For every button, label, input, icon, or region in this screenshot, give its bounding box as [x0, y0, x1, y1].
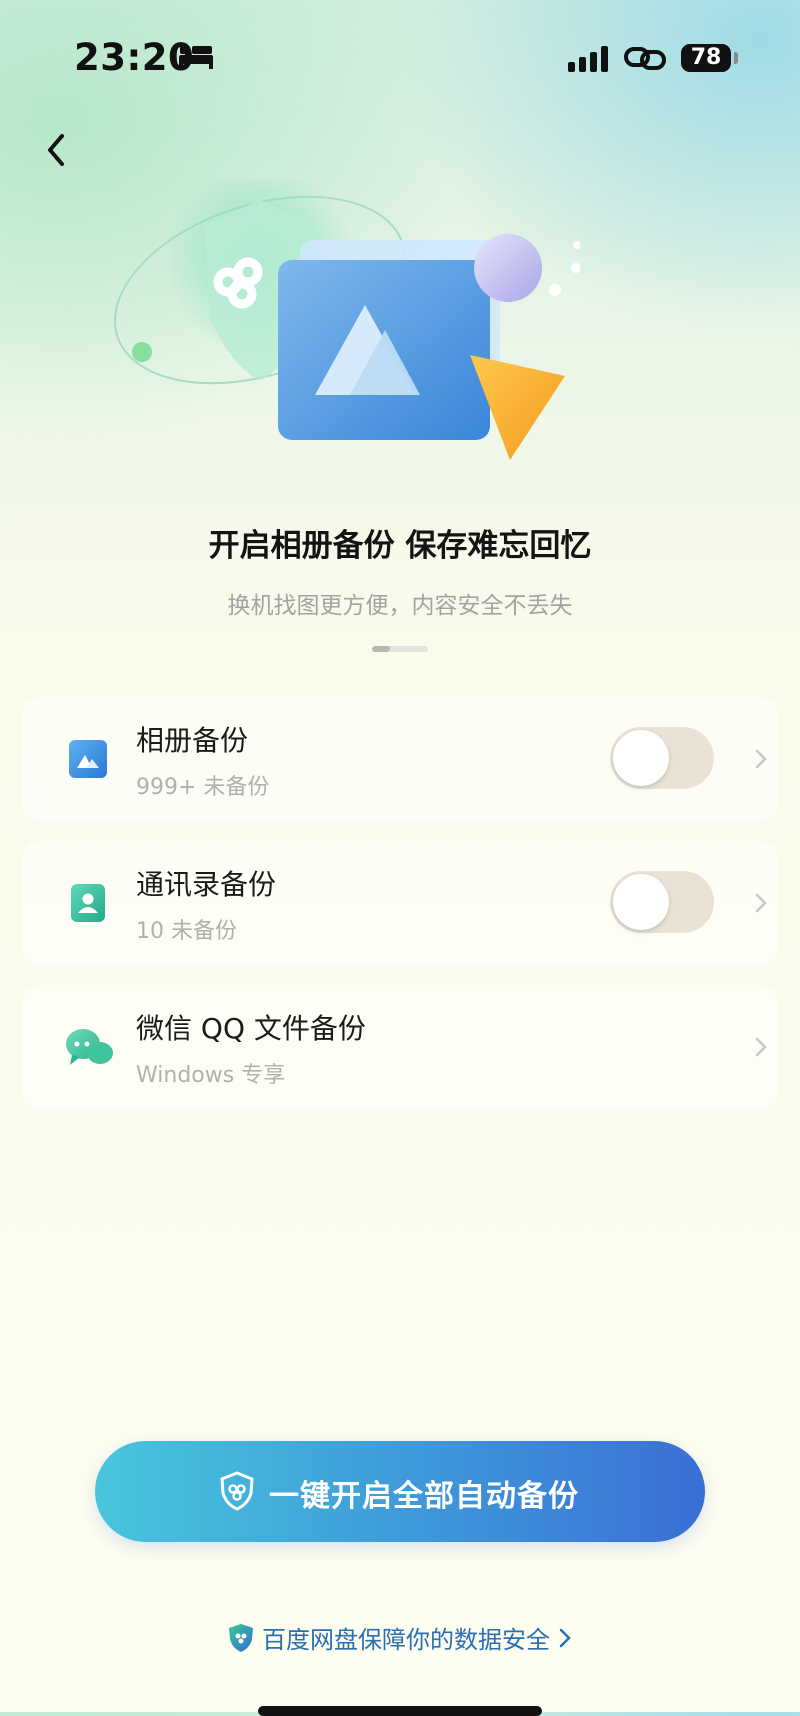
toggle-knob [613, 874, 669, 930]
chevron-right-icon [755, 1037, 767, 1057]
chevron-right-icon [755, 749, 767, 769]
page-title: 开启相册备份 保存难忘回忆 [208, 528, 592, 564]
sleep-focus-icon [179, 46, 213, 69]
home-indicator [258, 1706, 542, 1716]
battery-tip [734, 52, 738, 64]
security-footer[interactable]: 百度网盘保障你的数据安全 [0, 1620, 800, 1660]
status-time: 23:20 [74, 36, 195, 79]
wechat-qq-backup-label: 微信 QQ 文件备份 [136, 1012, 366, 1045]
album-backup-row[interactable]: 相册备份 999+ 未备份 [22, 697, 778, 821]
page-subtitle: 换机找图更方便，内容安全不丢失 [227, 593, 573, 619]
contacts-backup-status: 10 未备份 [136, 919, 237, 944]
wechat-qq-backup-note: Windows 专享 [136, 1063, 286, 1088]
album-backup-label: 相册备份 [136, 724, 249, 757]
battery-indicator: 78 [681, 44, 731, 72]
enable-all-backup-button[interactable]: 一键开启全部自动备份 [95, 1441, 705, 1542]
enable-all-backup-label: 一键开启全部自动备份 [269, 1479, 579, 1514]
contacts-backup-toggle[interactable] [610, 871, 714, 933]
album-backup-status: 999+ 未备份 [136, 775, 270, 800]
status-bar: 23:20 78 [0, 0, 800, 110]
cell-signal-icon [568, 46, 608, 72]
contacts-backup-row[interactable]: 通讯录备份 10 未备份 [22, 841, 778, 965]
chevron-right-icon [755, 893, 767, 913]
link-icon [624, 47, 666, 70]
carousel-indicator [372, 646, 428, 652]
contacts-backup-label: 通讯录备份 [136, 868, 277, 901]
toggle-knob [613, 730, 669, 786]
shield-icon [220, 1471, 254, 1511]
album-backup-toggle[interactable] [610, 727, 714, 789]
back-button[interactable] [40, 130, 76, 170]
chevron-right-icon [559, 1628, 571, 1647]
chat-bubbles-icon [66, 1029, 113, 1065]
contacts-icon [71, 884, 105, 922]
wechat-qq-backup-row[interactable]: 微信 QQ 文件备份 Windows 专享 [22, 985, 778, 1109]
baidu-shield-icon [229, 1623, 253, 1652]
security-footer-label: 百度网盘保障你的数据安全 [262, 1626, 550, 1654]
carousel-indicator-active [372, 646, 390, 652]
photo-album-icon [69, 740, 107, 778]
hero-illustration [113, 180, 580, 460]
